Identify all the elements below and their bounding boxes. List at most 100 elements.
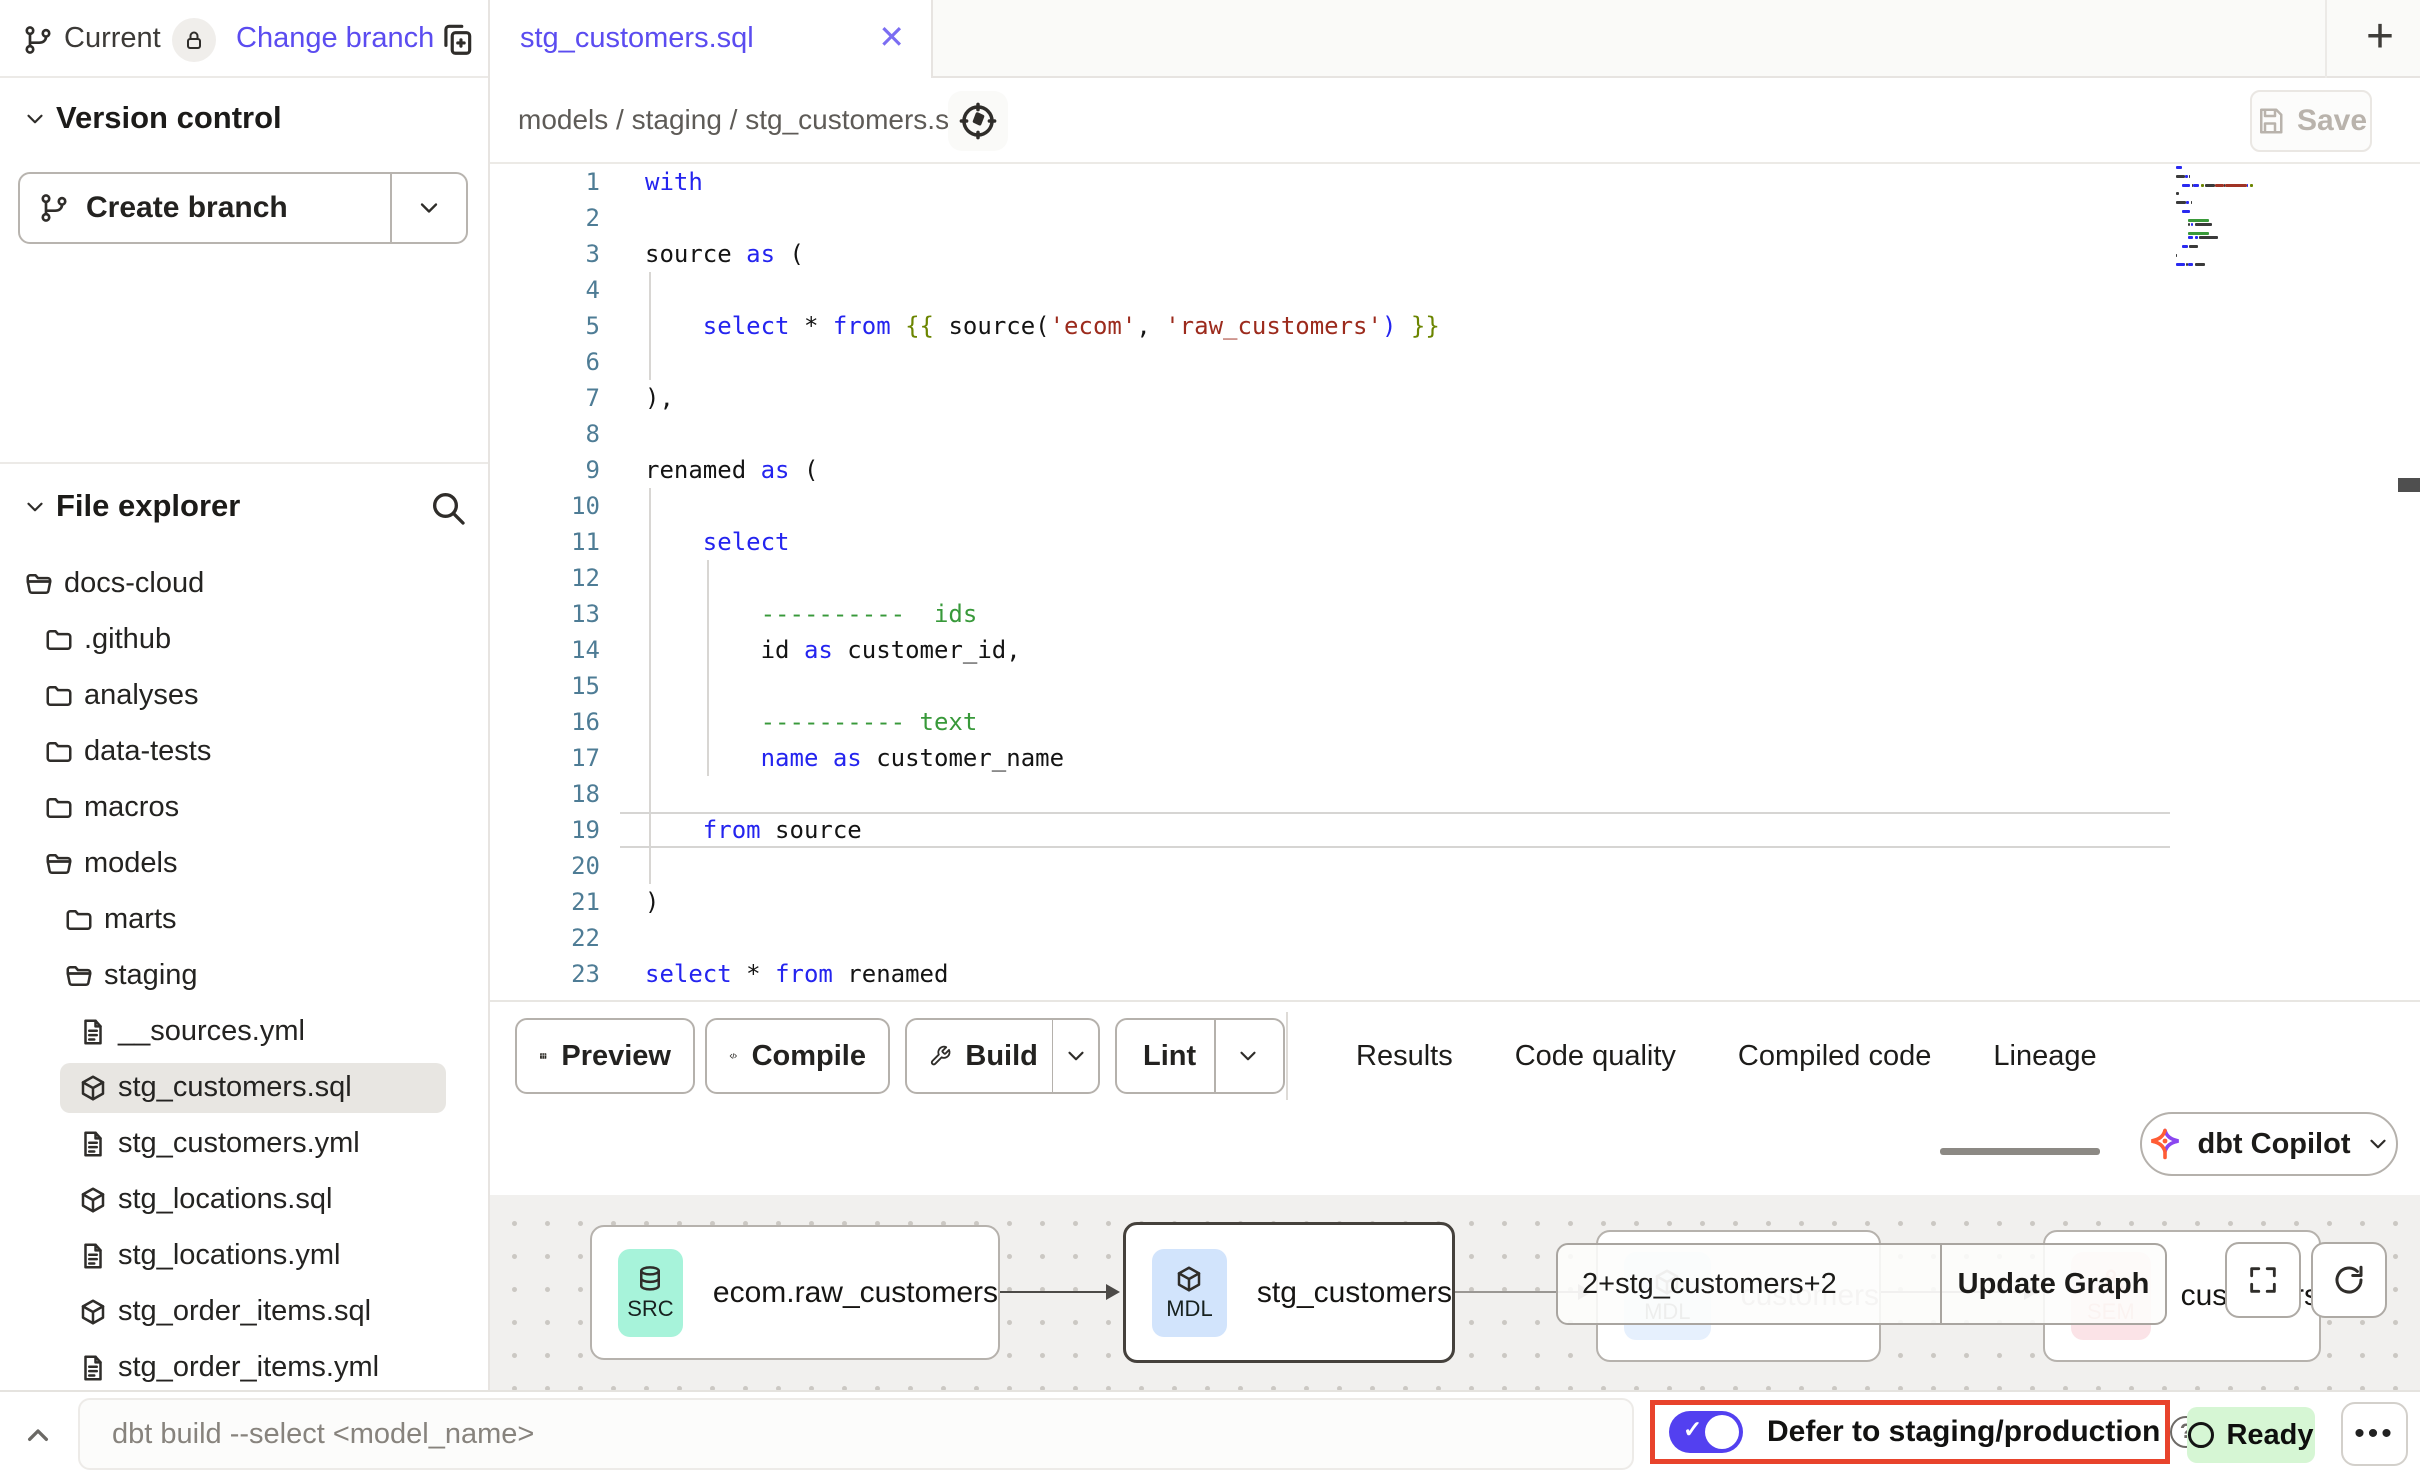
branch-strip: Current Change branch: [0, 0, 488, 78]
file-tree-item-stg-locations-yml[interactable]: stg_locations.yml: [0, 1228, 488, 1284]
lint-caret[interactable]: [1216, 1043, 1280, 1069]
overflow-menu-button[interactable]: •••: [2341, 1402, 2408, 1466]
file-tree-item-marts[interactable]: marts: [0, 892, 488, 948]
compass-button[interactable]: [948, 91, 1008, 151]
code-line-5[interactable]: 5 select * from {{ source('ecom', 'raw_c…: [490, 308, 2420, 344]
folder-icon: [44, 681, 74, 711]
file-tree-label: stg_order_items.yml: [118, 1351, 379, 1384]
line-number: 15: [490, 668, 600, 704]
code-line-16[interactable]: 16 ---------- text: [490, 704, 2420, 740]
file-icon: [78, 1241, 108, 1271]
build-caret[interactable]: [1053, 1043, 1098, 1069]
new-tab-button[interactable]: +: [2352, 10, 2408, 66]
file-tree-item-analyses[interactable]: analyses: [0, 668, 488, 724]
code-line-4[interactable]: 4: [490, 272, 2420, 308]
preview-button[interactable]: Preview: [515, 1018, 695, 1094]
code-text: name as customer_name: [645, 740, 1064, 776]
code-text: ---------- ids: [645, 596, 977, 632]
tab-lineage-active[interactable]: Lineage: [1993, 1040, 2096, 1073]
code-line-7[interactable]: 7),: [490, 380, 2420, 416]
chevron-down-icon: [2365, 1131, 2391, 1157]
lineage-selector-input[interactable]: 2+stg_customers+2: [1558, 1245, 1940, 1323]
file-tree-label: stg_locations.sql: [118, 1183, 332, 1216]
file-tree-item-staging[interactable]: staging: [0, 948, 488, 1004]
line-number: 14: [490, 632, 600, 668]
change-branch-link[interactable]: Change branch: [236, 22, 434, 55]
compile-button[interactable]: Compile: [705, 1018, 890, 1094]
lint-button[interactable]: Lint: [1115, 1018, 1285, 1094]
code-line-21[interactable]: 21): [490, 884, 2420, 920]
code-text: id as customer_id,: [645, 632, 1021, 668]
line-number: 21: [490, 884, 600, 920]
code-line-8[interactable]: 8: [490, 416, 2420, 452]
file-tree-item-stg-customers-sql[interactable]: stg_customers.sql: [0, 1060, 488, 1116]
code-line-2[interactable]: 2: [490, 200, 2420, 236]
line-number: 6: [490, 344, 600, 380]
file-tree-item-stg-locations-sql[interactable]: stg_locations.sql: [0, 1172, 488, 1228]
dbt-copilot-button[interactable]: dbt Copilot: [2140, 1112, 2398, 1176]
line-number: 20: [490, 848, 600, 884]
code-line-1[interactable]: 1with: [490, 164, 2420, 200]
code-line-3[interactable]: 3source as (: [490, 236, 2420, 272]
folder-icon: [44, 737, 74, 767]
file-explorer-header[interactable]: File explorer: [0, 486, 488, 532]
fullscreen-button[interactable]: [2225, 1242, 2301, 1318]
build-button[interactable]: Build: [905, 1018, 1100, 1094]
code-line-15[interactable]: 15: [490, 668, 2420, 704]
tab-results[interactable]: Results: [1356, 1040, 1453, 1073]
code-line-18[interactable]: 18: [490, 776, 2420, 812]
file-tree-item--github[interactable]: .github: [0, 612, 488, 668]
lineage-node-stg-customers[interactable]: MDL stg_customers: [1123, 1222, 1455, 1363]
create-branch-button[interactable]: Create branch: [18, 172, 468, 244]
file-tree-item-stg-order-items-yml[interactable]: stg_order_items.yml: [0, 1340, 488, 1396]
version-control-header[interactable]: Version control: [0, 98, 488, 142]
code-line-19[interactable]: 19 from source: [490, 812, 2420, 848]
defer-toggle[interactable]: ✓: [1669, 1411, 1743, 1453]
code-line-10[interactable]: 10: [490, 488, 2420, 524]
search-icon[interactable]: [428, 488, 468, 528]
update-graph-button[interactable]: Update Graph: [1942, 1245, 2165, 1323]
file-tree-item-stg-order-items-sql[interactable]: stg_order_items.sql: [0, 1284, 488, 1340]
file-tree-item-macros[interactable]: macros: [0, 780, 488, 836]
close-tab-icon[interactable]: ✕: [878, 18, 905, 56]
line-number: 18: [490, 776, 600, 812]
code-line-13[interactable]: 13 ---------- ids: [490, 596, 2420, 632]
folder-open-icon: [44, 849, 74, 879]
code-line-14[interactable]: 14 id as customer_id,: [490, 632, 2420, 668]
file-tree-item-stg-customers-yml[interactable]: stg_customers.yml: [0, 1116, 488, 1172]
model-badge: MDL: [1152, 1249, 1227, 1337]
refresh-button[interactable]: [2311, 1242, 2387, 1318]
code-line-11[interactable]: 11 select: [490, 524, 2420, 560]
file-tree-item-docs-cloud[interactable]: docs-cloud: [0, 556, 488, 612]
copy-icon[interactable]: [438, 20, 476, 58]
chevron-up-icon[interactable]: [18, 1416, 58, 1456]
code-line-20[interactable]: 20: [490, 848, 2420, 884]
build-label: Build: [965, 1040, 1038, 1073]
tab-code-quality[interactable]: Code quality: [1515, 1040, 1676, 1073]
code-line-12[interactable]: 12: [490, 560, 2420, 596]
file-tree-item--sources-yml[interactable]: __sources.yml: [0, 1004, 488, 1060]
lineage-canvas[interactable]: SRC ecom.raw_customers MDL stg_customers…: [490, 1195, 2420, 1390]
file-tree-item-data-tests[interactable]: data-tests: [0, 724, 488, 780]
code-line-6[interactable]: 6: [490, 344, 2420, 380]
folder-icon: [64, 905, 94, 935]
save-button[interactable]: Save: [2250, 90, 2372, 152]
tab-stg-customers-sql[interactable]: stg_customers.sql ✕: [490, 0, 933, 78]
lineage-node-source[interactable]: SRC ecom.raw_customers: [590, 1225, 1000, 1360]
model-icon: [78, 1185, 108, 1215]
code-line-22[interactable]: 22: [490, 920, 2420, 956]
tab-compiled-code[interactable]: Compiled code: [1738, 1040, 1931, 1073]
file-tree-label: .github: [84, 623, 171, 656]
breadcrumb: models / staging / stg_customers.sql: [518, 104, 971, 136]
code-line-23[interactable]: 23select * from renamed: [490, 956, 2420, 992]
code-editor[interactable]: 1with23source as (45 select * from {{ so…: [490, 164, 2420, 1000]
branch-lock-badge: [172, 18, 216, 62]
create-branch-caret[interactable]: [392, 194, 466, 222]
line-number: 9: [490, 452, 600, 488]
code-line-17[interactable]: 17 name as customer_name: [490, 740, 2420, 776]
command-input[interactable]: dbt build --select <model_name>: [78, 1398, 1634, 1470]
refresh-icon: [2331, 1262, 2367, 1298]
code-line-9[interactable]: 9renamed as (: [490, 452, 2420, 488]
file-tree-label: marts: [104, 903, 177, 936]
file-tree-item-models[interactable]: models: [0, 836, 488, 892]
